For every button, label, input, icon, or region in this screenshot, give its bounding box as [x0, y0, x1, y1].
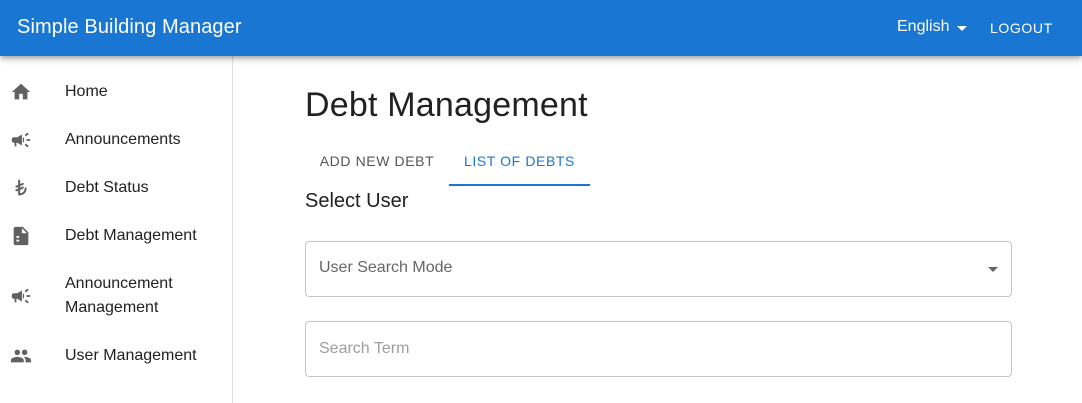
user-search-mode-label: User Search Mode: [319, 259, 453, 276]
page-title: Debt Management: [305, 86, 588, 124]
app-bar: Simple Building Manager English LOGOUT: [0, 0, 1082, 56]
search-term-input[interactable]: [306, 322, 1011, 376]
sidebar-item-announcement-management[interactable]: Announcement Management: [0, 260, 232, 332]
sidebar: Home Announcements Debt Status Debt Mana…: [0, 56, 233, 403]
lira-icon: [10, 177, 32, 199]
megaphone-icon: [10, 285, 32, 307]
language-label: English: [897, 18, 950, 35]
home-icon: [10, 81, 32, 103]
language-select[interactable]: English: [897, 18, 968, 36]
search-term-field[interactable]: [305, 321, 1012, 377]
section-title: Select User: [305, 190, 409, 212]
sidebar-item-label: Announcement Management: [65, 275, 173, 316]
sidebar-item-debt-management[interactable]: Debt Management: [0, 212, 232, 260]
tab-bar: ADD NEW DEBT LIST OF DEBTS: [305, 142, 705, 186]
sidebar-item-label: Announcements: [65, 131, 181, 148]
tab-list-of-debts[interactable]: LIST OF DEBTS: [449, 142, 590, 186]
sidebar-item-label: Home: [65, 83, 108, 100]
sidebar-item-label: Debt Status: [65, 179, 149, 196]
main-content: Debt Management ADD NEW DEBT LIST OF DEB…: [233, 56, 1082, 403]
app-title: Simple Building Manager: [17, 16, 242, 38]
sidebar-item-announcements[interactable]: Announcements: [0, 116, 232, 164]
sidebar-item-label: User Management: [65, 347, 197, 364]
people-icon: [10, 345, 32, 367]
caret-down-icon: [957, 25, 968, 31]
tab-add-new-debt[interactable]: ADD NEW DEBT: [305, 142, 449, 186]
sidebar-item-user-management[interactable]: User Management: [0, 332, 232, 380]
caret-down-icon: [988, 267, 998, 272]
sidebar-item-home[interactable]: Home: [0, 68, 232, 116]
sidebar-item-label: Debt Management: [65, 227, 197, 244]
sidebar-item-debt-status[interactable]: Debt Status: [0, 164, 232, 212]
document-icon: [10, 225, 32, 247]
user-search-mode-select[interactable]: User Search Mode: [305, 241, 1012, 297]
megaphone-icon: [10, 129, 32, 151]
logout-button[interactable]: LOGOUT: [990, 20, 1053, 36]
